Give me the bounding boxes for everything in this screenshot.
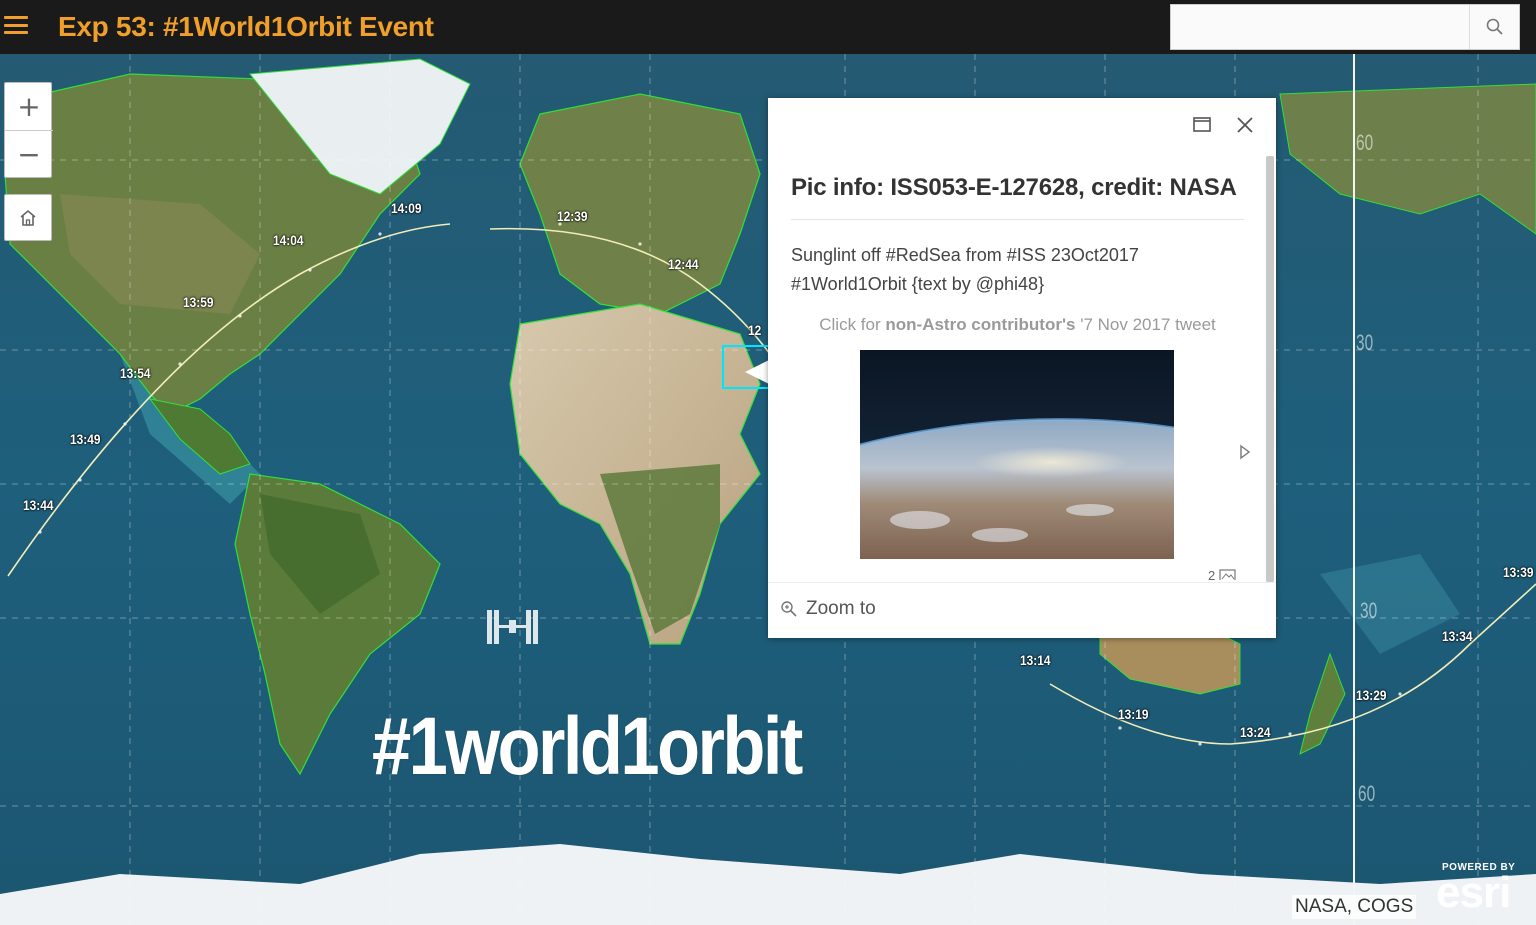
media-count-value: 2 [1208, 568, 1216, 580]
zoom-to-icon [781, 601, 797, 617]
popup-footer-divider [768, 582, 1276, 583]
orbit-time-label: 14:04 [273, 232, 304, 248]
zoom-control: + − [4, 82, 53, 178]
popup-title: Pic info: ISS053-E-127628, credit: NASA [791, 174, 1237, 201]
popup-scrollbar[interactable] [1266, 156, 1274, 582]
orbit-time-label: 13:49 [70, 431, 101, 447]
orbit-time-label: 13:29 [1356, 687, 1387, 703]
orbit-time-label: 13:19 [1118, 706, 1149, 722]
next-media-icon[interactable] [1238, 444, 1252, 460]
map-attribution[interactable]: NASA, COGS [1292, 895, 1417, 919]
orbit-time-label: 13:24 [1240, 724, 1271, 740]
popup-description-line: #1World1Orbit {text by @phi48} [791, 274, 1045, 294]
esri-logo[interactable]: POWERED BY esri [1436, 862, 1515, 917]
hashtag-overlay: #1world1orbit [372, 701, 803, 792]
close-icon[interactable] [1234, 114, 1256, 136]
home-icon [20, 209, 36, 226]
iss-photo[interactable] [860, 350, 1174, 559]
zoom-to-label: Zoom to [806, 598, 876, 619]
tweet-link-prefix: Click for [819, 315, 886, 334]
hamburger-menu-icon[interactable] [4, 14, 28, 36]
maximize-icon[interactable] [1192, 116, 1214, 134]
zoom-out-button[interactable]: − [5, 130, 53, 177]
latitude-label: 30 [1360, 598, 1378, 623]
orbit-time-label: 14:09 [391, 200, 422, 216]
popup-divider [791, 219, 1244, 220]
app-title: Exp 53: #1World1Orbit Event [58, 11, 434, 42]
tweet-link-bold: non-Astro contributor's [885, 315, 1076, 334]
search-box [1170, 4, 1520, 50]
latitude-label: 60 [1356, 130, 1374, 155]
media-count: 2 [1208, 568, 1237, 580]
orbit-time-label: 13:54 [120, 365, 151, 381]
zoom-to-action[interactable]: Zoom to [780, 598, 876, 620]
search-icon [1486, 18, 1503, 35]
orbit-time-label: 13:34 [1442, 628, 1473, 644]
popup-description-line: Sunglint off #RedSea from #ISS 23Oct2017 [791, 245, 1139, 265]
orbit-time-label: 12:44 [668, 256, 699, 272]
orbit-time-label: 12 [748, 322, 762, 338]
popup-description: Sunglint off #RedSea from #ISS 23Oct2017… [791, 241, 1241, 299]
latitude-label: 60 [1358, 781, 1376, 806]
orbit-time-label: 13:39 [1503, 564, 1534, 580]
search-button[interactable] [1469, 5, 1519, 49]
tweet-link[interactable]: Click for non-Astro contributor's '7 Nov… [791, 315, 1244, 335]
tweet-link-suffix: '7 Nov 2017 tweet [1075, 315, 1216, 334]
esri-wordmark: esri [1436, 868, 1511, 917]
search-input[interactable] [1171, 5, 1471, 49]
orbit-time-label: 12:39 [557, 208, 588, 224]
orbit-time-label: 13:14 [1020, 652, 1051, 668]
media-icon [1219, 569, 1236, 580]
app-header: Exp 53: #1World1Orbit Event [0, 0, 1536, 54]
latitude-label: 30 [1356, 330, 1374, 355]
zoom-in-button[interactable]: + [5, 83, 53, 130]
popup-pointer [745, 360, 769, 384]
info-popup: Pic info: ISS053-E-127628, credit: NASA … [768, 98, 1276, 638]
home-button[interactable] [4, 194, 52, 241]
orbit-time-label: 13:59 [183, 294, 214, 310]
orbit-time-label: 13:44 [23, 497, 54, 513]
